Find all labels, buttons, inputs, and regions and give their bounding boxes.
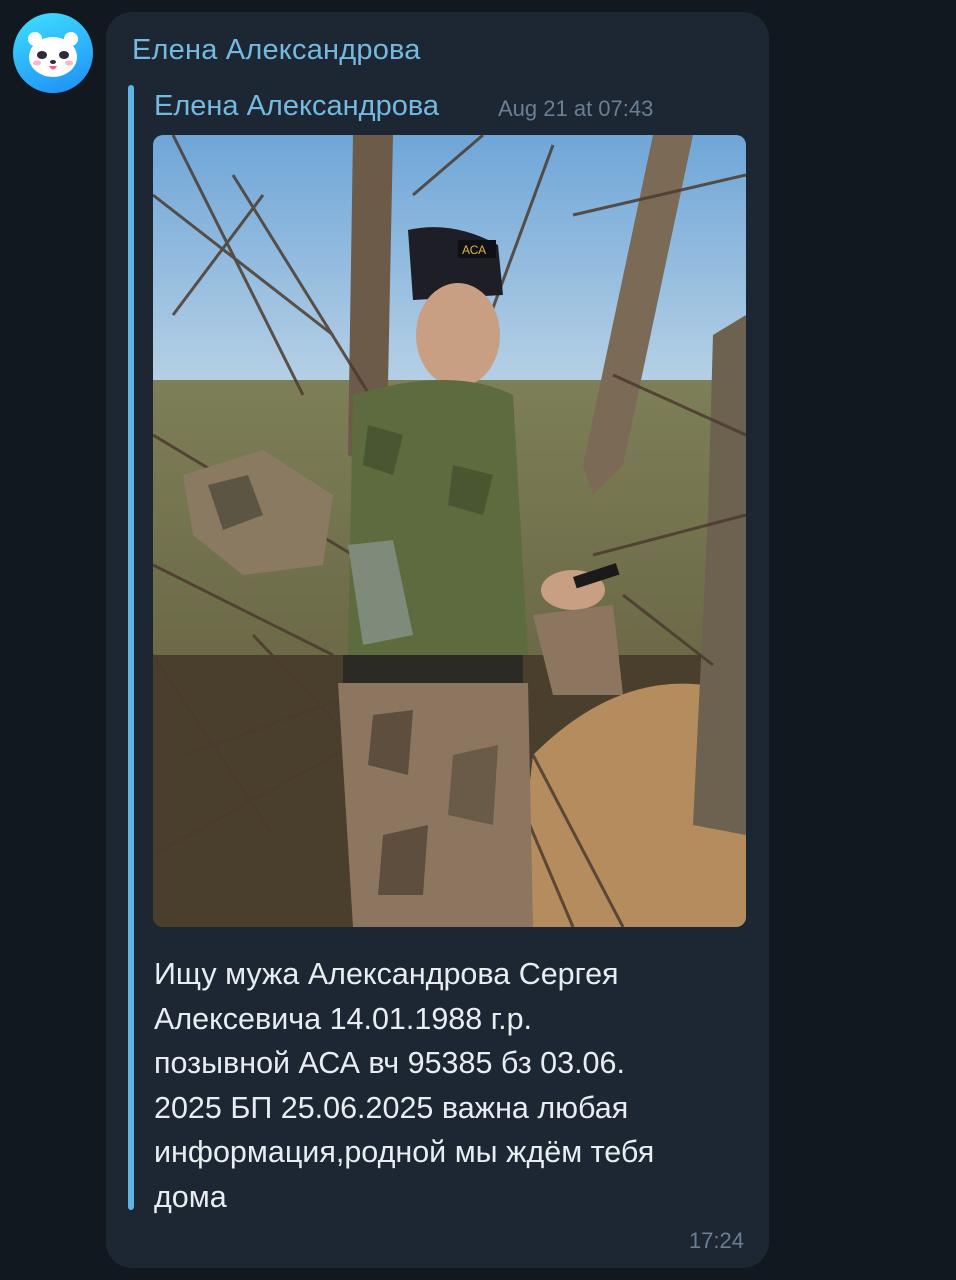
photo-icon: АСА: [153, 135, 746, 927]
forwarded-date: Aug 21 at 07:43: [498, 96, 654, 121]
message-time: 17:24: [688, 1228, 744, 1253]
cap-text: АСА: [462, 243, 486, 257]
sender-avatar[interactable]: [13, 13, 93, 93]
message-photo[interactable]: АСА: [153, 135, 746, 927]
message-bubble[interactable]: Елена Александрова Елена Александрова Au…: [106, 12, 769, 1268]
sender-name[interactable]: Елена Александрова: [132, 34, 421, 67]
message-text: Ищу мужа Александрова Сергея Алексевича …: [154, 957, 655, 1214]
forward-bar: [128, 85, 134, 1210]
forwarded-from-name[interactable]: Елена Александрова: [154, 90, 439, 123]
panda-avatar-icon: [28, 32, 78, 77]
